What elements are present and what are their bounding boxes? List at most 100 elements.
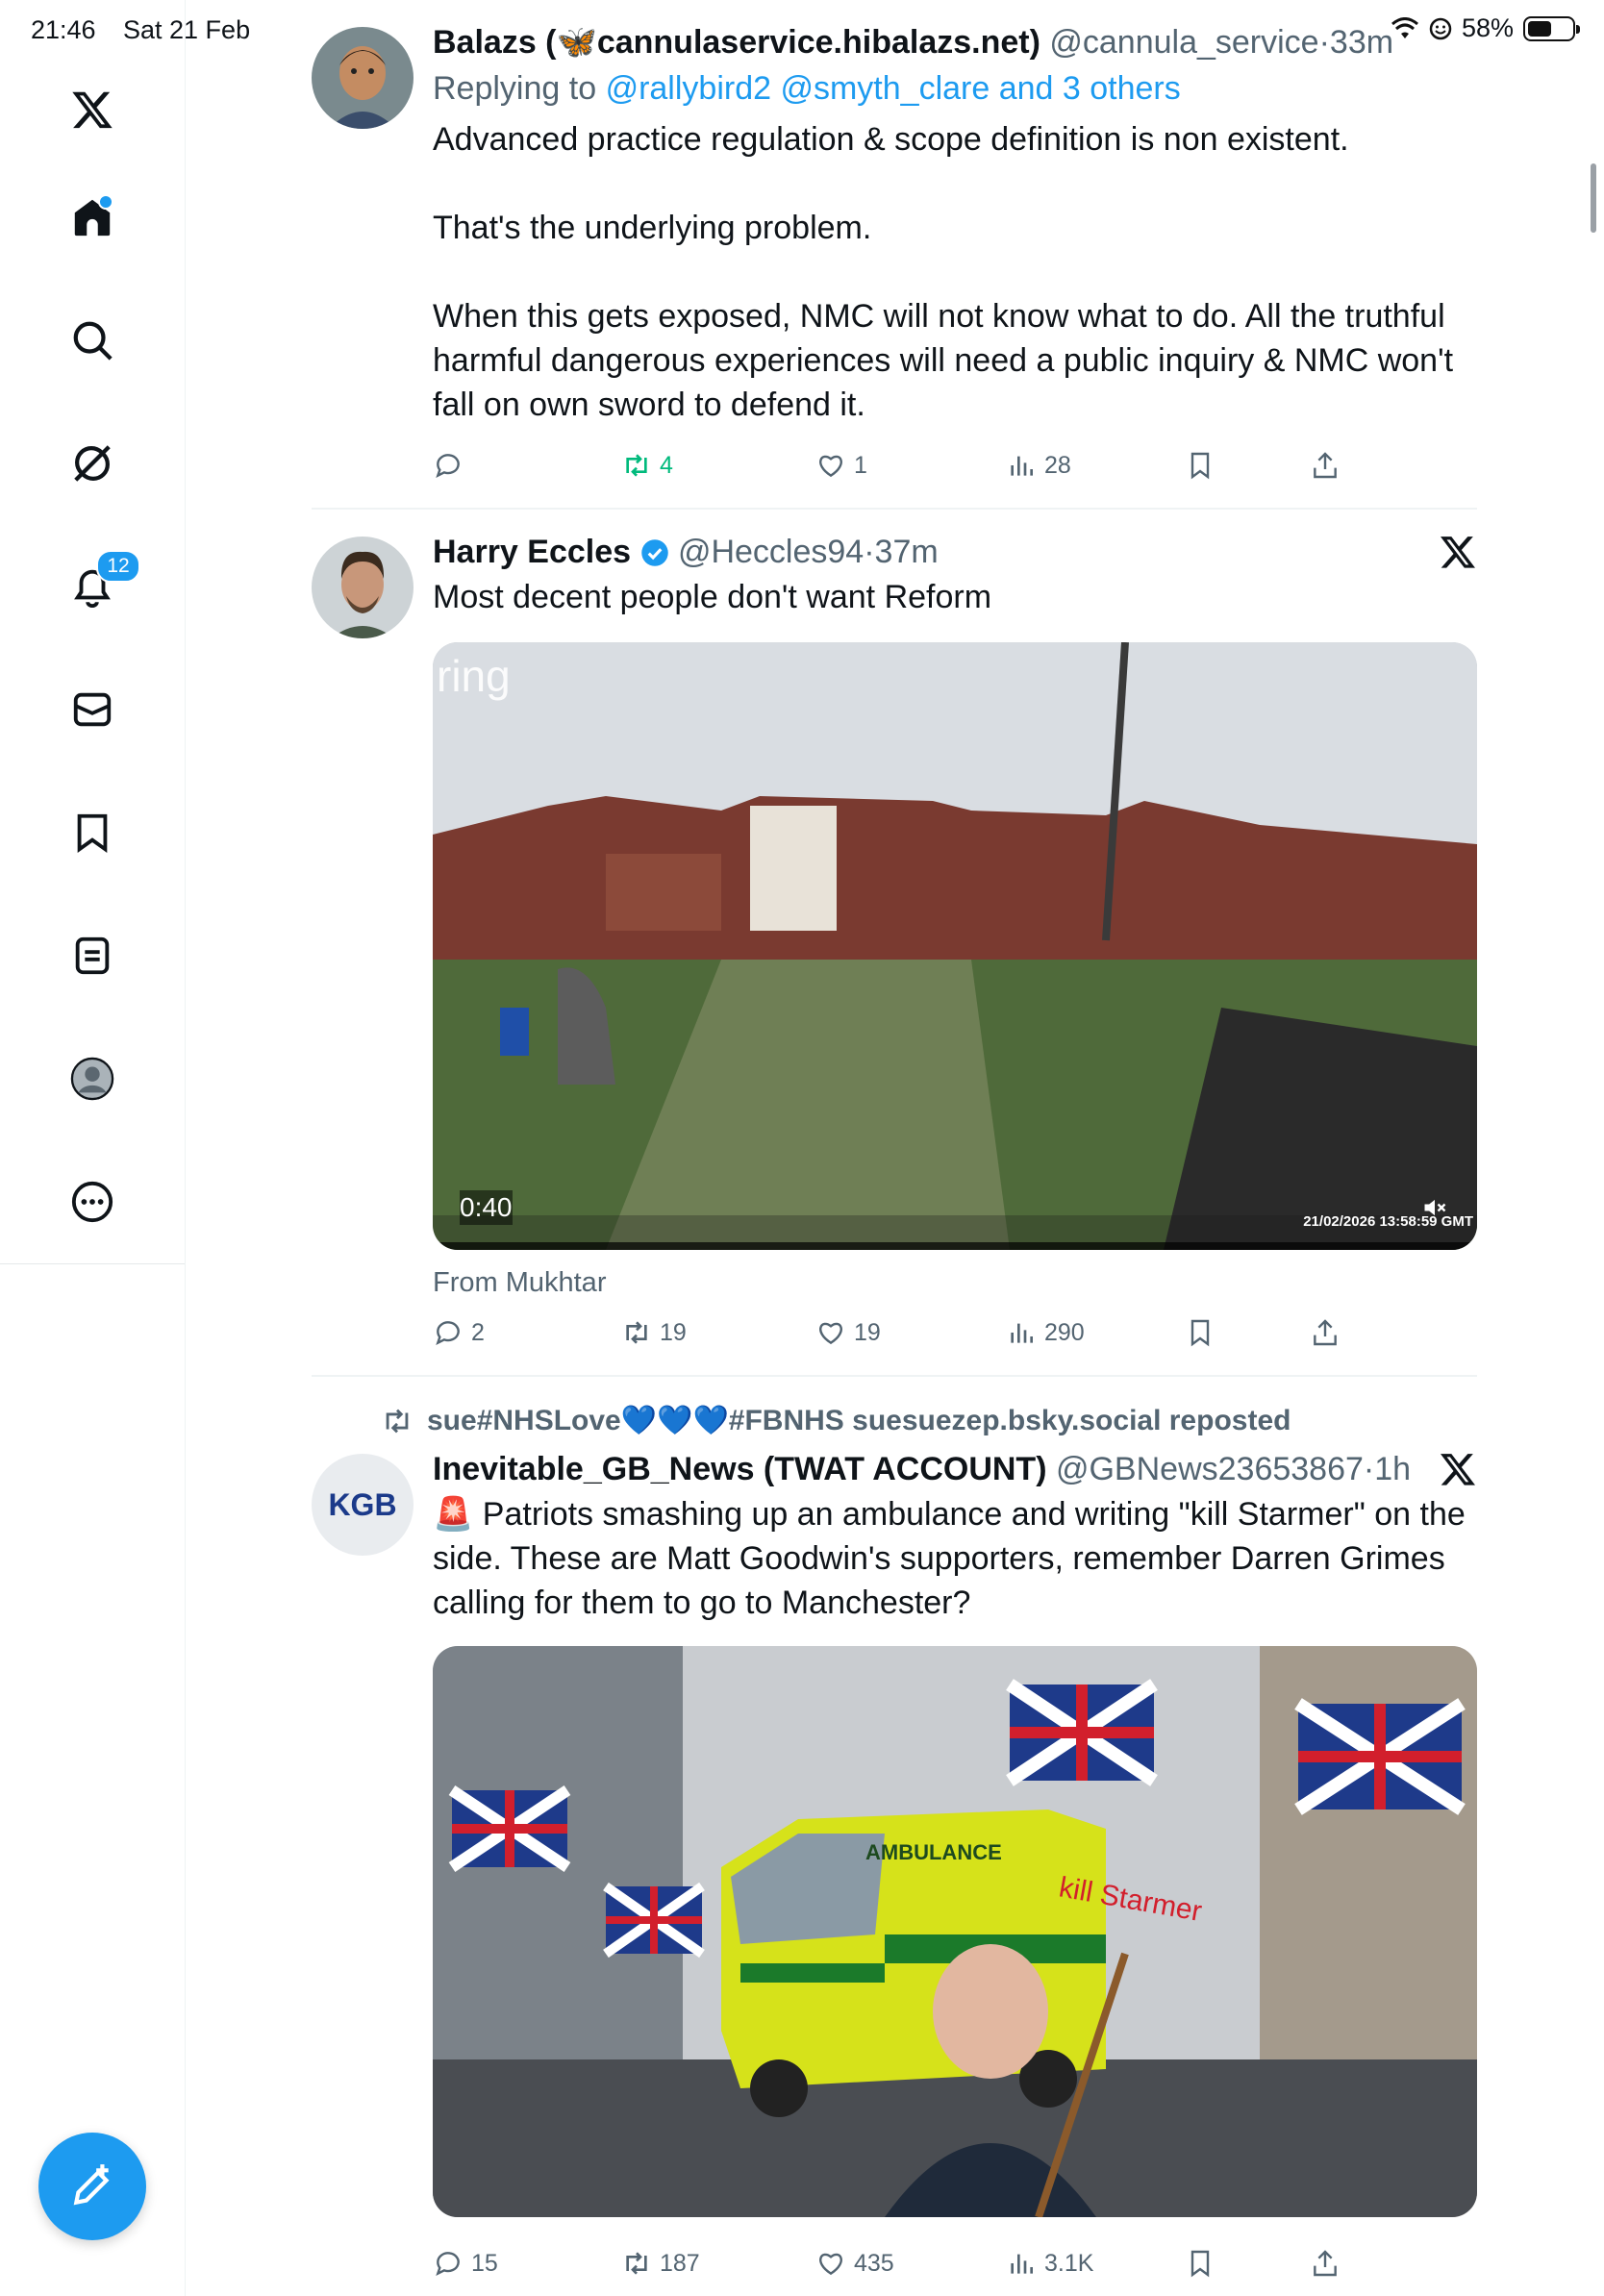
notifications-badge: 12 <box>96 550 140 583</box>
tweet-text: 🚨 Patriots smashing up an ambulance and … <box>433 1496 1475 1621</box>
sidebar-item-messages[interactable] <box>67 685 117 735</box>
avatar[interactable] <box>312 537 414 638</box>
dot-separator: · <box>1318 24 1330 61</box>
tweet-image[interactable]: AMBULANCE kill Starmer <box>433 1646 1477 2217</box>
reply-prefix: Replying to <box>433 70 597 107</box>
sidebar-item-more[interactable] <box>67 1177 117 1227</box>
reply-button[interactable]: 2 <box>433 1317 485 1348</box>
reply-icon <box>436 2252 460 2277</box>
avatar[interactable] <box>312 27 414 129</box>
home-unread-dot <box>98 194 113 210</box>
share-icon <box>1314 1319 1337 1346</box>
repost-icon <box>386 1409 409 1433</box>
like-button[interactable]: 19 <box>815 1317 881 1348</box>
like-button[interactable]: 435 <box>815 2248 894 2279</box>
views-button[interactable]: 3.1K <box>1006 2248 1093 2279</box>
reply-button[interactable] <box>433 450 471 481</box>
x-logo-icon <box>72 91 113 129</box>
battery-fill <box>1528 20 1551 37</box>
sidebar: 12 <box>0 0 186 2296</box>
battery-icon <box>1523 15 1580 41</box>
repost-count: 19 <box>660 1318 687 1346</box>
reply-button[interactable]: 15 <box>433 2248 498 2279</box>
x-logo-icon <box>1441 537 1475 568</box>
like-button[interactable]: 1 <box>815 450 867 481</box>
bookmark-button[interactable] <box>1185 1317 1216 1348</box>
view-count: 290 <box>1044 1318 1085 1346</box>
scrollbar[interactable] <box>1591 163 1596 233</box>
reply-icon <box>436 1321 460 1346</box>
repost-button[interactable]: 187 <box>621 2248 700 2279</box>
reply-count: 2 <box>471 1318 485 1346</box>
like-count: 1 <box>854 451 867 479</box>
avatar[interactable]: KGB <box>312 1454 414 1556</box>
mute-icon[interactable] <box>1421 1194 1448 1221</box>
sidebar-item-lists[interactable] <box>67 931 117 981</box>
repost-button[interactable]: 19 <box>621 1317 687 1348</box>
reply-count: 15 <box>471 2249 498 2277</box>
bookmark-icon <box>1190 452 1210 480</box>
repost-context[interactable]: sue#NHSLove💙💙💙#FBNHS suesuezep.bsky.soci… <box>381 1404 1291 1437</box>
x-logo-button[interactable] <box>67 85 117 135</box>
bookmark-button[interactable] <box>1185 450 1216 481</box>
tweet-body: Inevitable_GB_News (TWAT ACCOUNT) @GBNew… <box>433 1448 1477 1625</box>
share-button[interactable] <box>1310 1317 1341 1348</box>
tweet-video[interactable]: ring 0:40 21/02/2026 13:58:59 GMT <box>433 642 1477 1250</box>
like-count: 19 <box>854 1318 881 1346</box>
reply-mentions[interactable]: @rallybird2 @smyth_clare and 3 others <box>606 70 1181 107</box>
views-button[interactable]: 28 <box>1006 450 1071 481</box>
tweet-divider <box>312 508 1477 510</box>
ambulance-label: AMBULANCE <box>865 1840 1002 1864</box>
tweet-text: Most decent people don't want Reform <box>433 579 992 615</box>
author-handle[interactable]: @cannula_service <box>1049 24 1318 61</box>
sidebar-item-profile[interactable] <box>67 1054 117 1104</box>
tweet-actions: 2 19 19 290 <box>433 1317 1394 1356</box>
repost-icon <box>626 454 647 477</box>
sidebar-item-home[interactable] <box>67 192 117 242</box>
share-button[interactable] <box>1310 2248 1341 2279</box>
sidebar-divider <box>0 1263 185 1264</box>
tweet-actions: 15 187 435 3.1K <box>433 2248 1394 2286</box>
views-icon <box>1011 456 1033 476</box>
bookmark-icon <box>1190 2250 1210 2278</box>
tweet-time[interactable]: 37m <box>875 534 939 570</box>
author-name[interactable]: Inevitable_GB_News (TWAT ACCOUNT) <box>433 1451 1047 1487</box>
verified-badge-icon <box>640 539 668 566</box>
reply-context: Replying to @rallybird2 @smyth_clare and… <box>433 67 1477 110</box>
share-icon <box>1314 452 1337 479</box>
video-progress-bar[interactable] <box>433 1242 1477 1250</box>
share-icon <box>1314 2250 1337 2277</box>
like-count: 435 <box>854 2249 894 2277</box>
tweet-text: Advanced practice regulation & scope def… <box>433 121 1454 423</box>
sidebar-item-bookmarks[interactable] <box>67 808 117 858</box>
repost-button[interactable]: 4 <box>621 450 673 481</box>
share-button[interactable] <box>1310 450 1341 481</box>
grok-icon <box>74 445 111 482</box>
view-count: 3.1K <box>1044 2249 1094 2277</box>
tweet-header: Balazs (🦋cannulaservice.hibalazs.net) @c… <box>433 21 1477 63</box>
author-name[interactable]: Harry Eccles <box>433 534 631 570</box>
sidebar-item-notifications[interactable]: 12 <box>67 550 140 611</box>
repost-count: 4 <box>660 451 673 479</box>
sidebar-item-explore[interactable] <box>67 315 117 365</box>
author-handle[interactable]: @GBNews23653867 <box>1056 1451 1364 1487</box>
sidebar-item-grok[interactable] <box>67 438 117 488</box>
profile-icon <box>70 1057 114 1101</box>
tweet-header: Inevitable_GB_News (TWAT ACCOUNT) @GBNew… <box>433 1448 1477 1490</box>
views-button[interactable]: 290 <box>1006 1317 1085 1348</box>
video-source[interactable]: From Mukhtar <box>433 1267 606 1299</box>
dot-separator: · <box>1363 1451 1375 1487</box>
views-icon <box>1011 1323 1033 1343</box>
author-name[interactable]: Balazs (🦋cannulaservice.hibalazs.net) <box>433 24 1040 61</box>
bookmark-button[interactable] <box>1185 2248 1216 2279</box>
mail-icon <box>73 692 112 727</box>
tweet-time[interactable]: 33m <box>1330 24 1393 61</box>
tweet-body: Balazs (🦋cannulaservice.hibalazs.net) @c… <box>433 21 1477 427</box>
compose-button[interactable] <box>38 2133 146 2240</box>
tweet-time[interactable]: 1h <box>1374 1451 1411 1487</box>
heart-icon <box>819 2253 842 2276</box>
bookmark-icon <box>1190 1319 1210 1347</box>
bookmark-icon <box>77 813 108 853</box>
repost-count: 187 <box>660 2249 700 2277</box>
author-handle[interactable]: @Heccles94 <box>678 534 864 570</box>
